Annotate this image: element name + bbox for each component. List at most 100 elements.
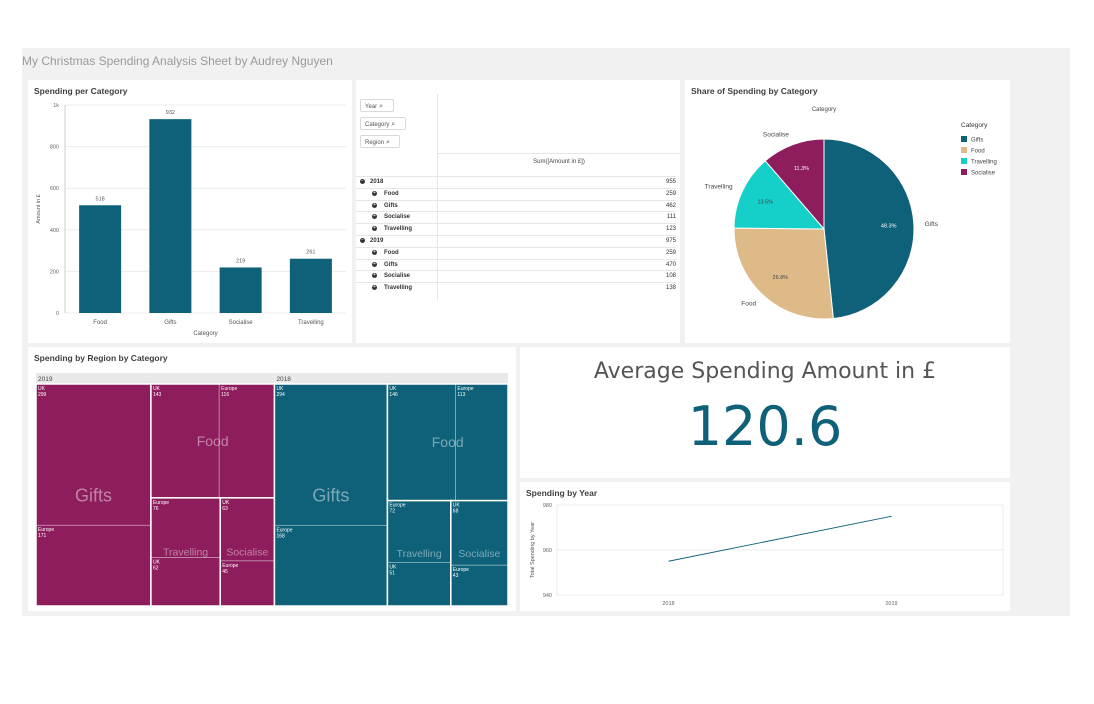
filter-category[interactable]: Category ⌕ [360, 117, 406, 130]
legend-swatch-gifts[interactable] [961, 136, 967, 142]
line-y-tick-label: 980 [543, 503, 552, 509]
treemap-cell-value: 45 [222, 569, 228, 575]
bar-data-label: 518 [96, 196, 105, 202]
expand-icon[interactable]: + [372, 226, 377, 232]
bar-chart[interactable]: 0 200 400 600 800 1k 518 Food 932 Gifts 219 Sociali… [28, 80, 352, 343]
collapse-icon[interactable]: − [360, 179, 365, 184]
pivot-row[interactable]: −2018 955 [356, 176, 676, 188]
treemap-cell[interactable] [274, 524, 388, 607]
pivot-table-panel[interactable]: Year ⌕ Category ⌕ Region ⌕ Sum([Amount in … [356, 80, 680, 343]
pivot-row-divider [437, 212, 438, 224]
legend-swatch-travelling[interactable] [961, 158, 967, 164]
expand-icon[interactable]: + [372, 214, 377, 220]
kpi-value: 120.6 [687, 395, 843, 458]
sheet-title: My Christmas Spending Analysis Sheet by … [22, 54, 333, 68]
pivot-row[interactable]: + Travelling 123 [356, 223, 676, 235]
treemap-category-label: Travelling [397, 548, 442, 560]
treemap-cell[interactable] [387, 562, 452, 607]
treemap-cell-value: 68 [453, 509, 459, 515]
treemap-chart[interactable]: 2019UK299Europe171GiftsUK143Europe116Foo… [28, 347, 516, 611]
pivot-row[interactable]: + Gifts 470 [356, 258, 676, 271]
line-chart[interactable]: 940 960 980 2018 2019 Total Spending by Year [520, 482, 1010, 611]
treemap-cell-value: 299 [38, 392, 47, 398]
pivot-row-label: Food [384, 249, 399, 256]
legend-swatch-socialise[interactable] [961, 169, 967, 175]
treemap-year-header[interactable] [36, 373, 275, 384]
expand-icon[interactable]: + [372, 285, 377, 291]
pivot-row-divider [437, 224, 438, 235]
line-series[interactable] [668, 515, 892, 562]
pie-percent-label: 13.5% [757, 200, 773, 206]
bar-food[interactable] [79, 205, 122, 313]
expand-icon[interactable]: + [372, 190, 377, 196]
treemap-category-label: Gifts [75, 485, 112, 505]
expand-icon[interactable]: + [372, 261, 377, 267]
legend-label-food[interactable]: Food [971, 149, 985, 155]
pivot-measure-header[interactable]: Sum([Amount in £]) [438, 159, 680, 165]
collapse-icon[interactable]: − [360, 238, 365, 243]
treemap-panel[interactable]: Spending by Region by Category 2019 UK 299… [28, 347, 516, 611]
expand-icon[interactable]: + [372, 273, 377, 279]
bar-gifts[interactable] [149, 119, 192, 313]
bar-x-tick-label: Travelling [298, 320, 324, 326]
treemap-cell-value: 171 [38, 533, 47, 539]
treemap-category-label: Travelling [163, 547, 208, 559]
filter-region[interactable]: Region ⌕ [360, 135, 400, 148]
treemap-year-label: 2019 [38, 376, 53, 383]
treemap-cell-value: 146 [389, 392, 398, 398]
pivot-row[interactable]: + Socialise 108 [356, 270, 676, 283]
bar-y-tick-label: 200 [50, 269, 59, 275]
pivot-row-value: 975 [665, 238, 676, 244]
line-y-tick-label: 960 [543, 548, 552, 554]
bar-chart-panel[interactable]: Spending per Category 0 200 400 600 800 1k 518… [28, 80, 352, 343]
bar-y-tick-label: 600 [50, 186, 59, 192]
pivot-row[interactable]: + Food 259 [356, 187, 676, 200]
pivot-row-value: 462 [665, 202, 676, 209]
pivot-row-divider [437, 259, 438, 271]
pivot-row[interactable]: + Travelling 138 [356, 282, 676, 294]
treemap-cell-value: 116 [221, 392, 229, 398]
expand-icon[interactable]: + [372, 202, 377, 208]
legend-label-travelling[interactable]: Travelling [971, 160, 997, 166]
treemap-cell-value: 63 [222, 506, 228, 512]
pie-slice-gifts[interactable] [823, 138, 915, 320]
search-icon: ⌕ [377, 103, 383, 110]
bar-data-label: 261 [306, 250, 315, 256]
pie-percent-label: 48.3% [881, 224, 897, 230]
bar-y-tick-label: 400 [50, 228, 59, 234]
treemap-category-label: Food [197, 433, 229, 449]
legend-label-gifts[interactable]: Gifts [971, 138, 983, 144]
treemap-category-label: Gifts [312, 485, 349, 505]
bar-y-axis-title: Amount in £ [36, 194, 42, 223]
pie-percent-label: 26.8% [773, 275, 789, 281]
bar-socialise[interactable] [219, 267, 262, 313]
pie-chart[interactable]: Category 48.3% Gifts 26.8% Food 13.5% Travelli… [685, 80, 1010, 343]
treemap-year-header[interactable] [274, 373, 508, 384]
treemap-cell[interactable] [150, 557, 221, 607]
line-chart-panel[interactable]: Spending by Year 940 960 980 2018 2019 Total … [520, 482, 1010, 611]
pivot-row-value: 111 [666, 214, 676, 221]
pivot-row-divider [437, 283, 438, 294]
bar-x-tick-label: Food [93, 320, 107, 326]
pivot-row-label: Socialise [384, 214, 411, 221]
pie-legend-title: Category [961, 122, 988, 129]
filter-year[interactable]: Year ⌕ [360, 99, 394, 112]
legend-label-socialise[interactable]: Socialise [971, 171, 996, 177]
bar-travelling[interactable] [289, 258, 332, 313]
pivot-row[interactable]: + Socialise 111 [356, 211, 676, 224]
expand-icon[interactable]: + [372, 249, 377, 255]
pivot-row-label: Travelling [384, 226, 413, 233]
kpi-panel[interactable]: Average Spending Amount in £ 120.6 [520, 347, 1010, 478]
pivot-row-label: Food [384, 190, 399, 197]
bar-y-tick-label: 1k [53, 103, 59, 109]
pivot-row[interactable]: + Food 259 [356, 246, 676, 259]
pivot-divider-horizontal [438, 153, 680, 154]
bar-x-tick-label: Socialise [229, 320, 254, 326]
pivot-row[interactable]: + Gifts 462 [356, 199, 676, 212]
pie-category-label: Travelling [705, 183, 733, 190]
treemap-cell[interactable] [35, 524, 152, 607]
pivot-row[interactable]: −2019 975 [356, 235, 676, 247]
legend-swatch-food[interactable] [961, 147, 967, 153]
line-y-tick-label: 940 [543, 593, 552, 599]
pie-chart-panel[interactable]: Share of Spending by Category Category 48… [685, 80, 1010, 343]
